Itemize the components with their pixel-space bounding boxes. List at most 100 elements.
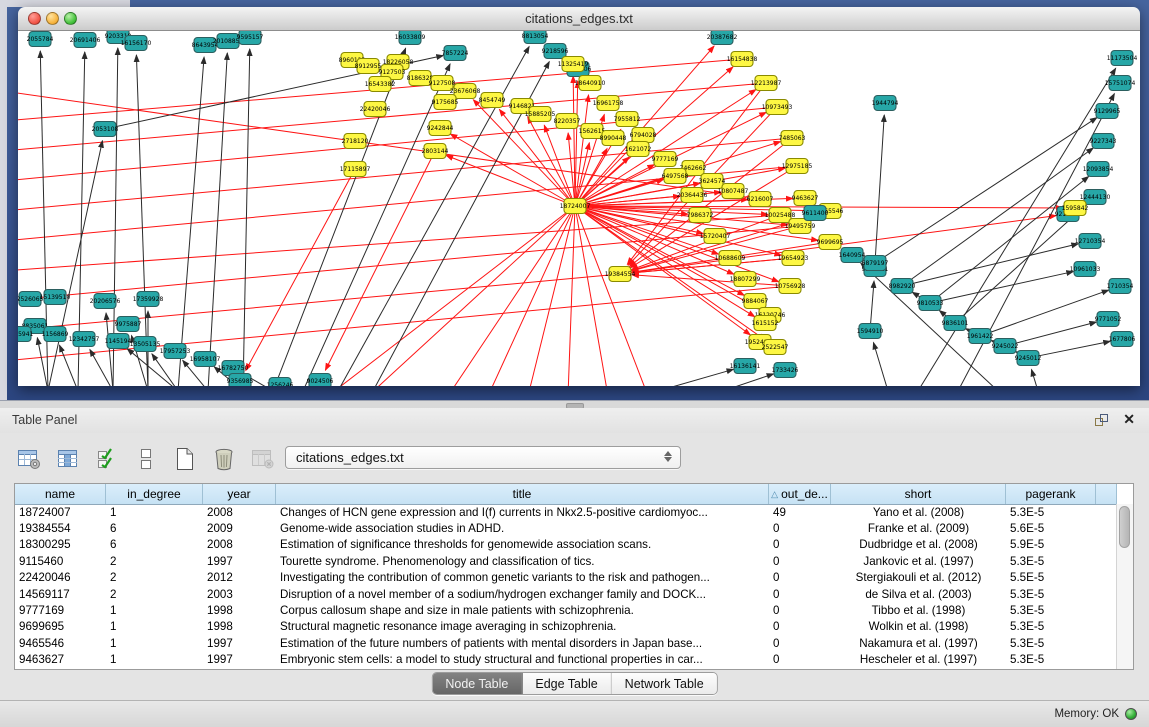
- graph-node[interactable]: 15751074: [1105, 76, 1136, 91]
- network-select-dropdown[interactable]: citations_edges.txt: [285, 446, 681, 469]
- graph-node[interactable]: 8454749: [479, 93, 506, 108]
- graph-node[interactable]: 16958107: [190, 352, 221, 367]
- graph-node[interactable]: 9884067: [742, 294, 769, 309]
- table-row[interactable]: 977716911998Corpus callosum shape and si…: [15, 602, 1117, 618]
- graph-node[interactable]: 8982920: [889, 279, 916, 294]
- graph-node[interactable]: 20691406: [70, 33, 101, 48]
- graph-edge[interactable]: [577, 212, 648, 386]
- graph-node[interactable]: 2522547: [762, 340, 789, 355]
- table-row[interactable]: 946362711997Embryonic stem cells: a mode…: [15, 652, 1117, 668]
- table-settings-icon[interactable]: [16, 446, 42, 472]
- graph-node[interactable]: 16136141: [730, 359, 761, 374]
- graph-edge[interactable]: [1034, 341, 1110, 356]
- graph-node[interactable]: 10807487: [718, 184, 749, 199]
- paired-cells-icon[interactable]: [133, 446, 159, 472]
- graph-edge[interactable]: [246, 174, 352, 370]
- graph-edge[interactable]: [870, 281, 874, 325]
- graph-edge[interactable]: [59, 345, 78, 386]
- graph-node[interactable]: 15885205: [525, 107, 556, 122]
- graph-node[interactable]: 1677806: [1109, 332, 1136, 347]
- graph-node[interactable]: 11325419: [558, 57, 589, 72]
- close-panel-icon[interactable]: ✕: [1123, 411, 1135, 428]
- graph-node[interactable]: 18807299: [730, 272, 761, 287]
- graph-edge[interactable]: [1011, 322, 1097, 344]
- tab-network-table[interactable]: Network Table: [612, 673, 717, 694]
- graph-node[interactable]: 17115897: [340, 162, 371, 177]
- scrollbar-thumb[interactable]: [1119, 506, 1130, 548]
- graph-edge[interactable]: [368, 210, 571, 386]
- table-row[interactable]: 1872400712008Changes of HCN gene express…: [15, 504, 1117, 520]
- graph-edge[interactable]: [908, 244, 1078, 285]
- graph-node[interactable]: 8813054: [522, 31, 549, 44]
- citation-graph[interactable]: 1872400720557842069140692033181615617086…: [18, 31, 1140, 386]
- column-header-year[interactable]: year: [203, 484, 276, 504]
- graph-node[interactable]: 22420046: [360, 102, 391, 117]
- graph-node[interactable]: 9242844: [427, 121, 454, 136]
- graph-edge[interactable]: [936, 272, 1073, 302]
- graph-node[interactable]: 15139510: [40, 290, 71, 305]
- graph-node[interactable]: 18640910: [575, 76, 606, 91]
- graph-node[interactable]: 17957253: [160, 344, 191, 359]
- graph-edge[interactable]: [488, 211, 573, 386]
- graph-node[interactable]: 9699695: [817, 235, 844, 250]
- graph-node[interactable]: 9836101: [942, 316, 969, 331]
- graph-node[interactable]: 10973493: [762, 100, 793, 115]
- column-chooser-icon[interactable]: [55, 446, 81, 472]
- graph-node[interactable]: 9975887: [115, 317, 142, 332]
- graph-node[interactable]: 16543382: [365, 77, 396, 92]
- graph-node[interactable]: 9245012: [1015, 351, 1042, 366]
- graph-node[interactable]: 13505135: [130, 337, 161, 352]
- graph-node[interactable]: 10688609: [715, 251, 746, 266]
- select-rows-icon[interactable]: [94, 446, 120, 472]
- column-header-pagerank[interactable]: pagerank: [1006, 484, 1096, 504]
- graph-node[interactable]: 6879197: [862, 256, 889, 271]
- graph-node[interactable]: 12710354: [1075, 234, 1106, 249]
- network-graph-canvas[interactable]: 1872400720557842069140692033181615617086…: [18, 31, 1140, 386]
- graph-node[interactable]: 9771052: [1095, 312, 1122, 327]
- graph-edge[interactable]: [873, 342, 888, 386]
- graph-node[interactable]: 1710354: [1107, 279, 1134, 294]
- graph-node[interactable]: 1145194: [105, 334, 132, 349]
- graph-node[interactable]: 9777169: [652, 152, 679, 167]
- graph-node[interactable]: 7857224: [442, 46, 469, 61]
- graph-node[interactable]: 2055784: [27, 32, 54, 47]
- graph-edge[interactable]: [325, 156, 432, 370]
- tab-node-table[interactable]: Node Table: [432, 673, 522, 694]
- graph-node[interactable]: 9129965: [1094, 104, 1121, 119]
- trash-icon[interactable]: [211, 446, 237, 472]
- graph-edge[interactable]: [568, 212, 575, 386]
- table-row[interactable]: 911546021997Tourette syndrome. Phenomeno…: [15, 553, 1117, 569]
- graph-node[interactable]: 19654923: [778, 251, 809, 266]
- graph-node[interactable]: 1256246: [267, 378, 294, 387]
- graph-node[interactable]: 1615152: [752, 316, 779, 331]
- graph-edge[interactable]: [106, 313, 113, 386]
- table-row[interactable]: 969969511998Structural magnetic resonanc…: [15, 619, 1117, 635]
- graph-node[interactable]: 9227343: [1090, 134, 1117, 149]
- graph-node[interactable]: 8990448: [600, 131, 627, 146]
- network-window-titlebar[interactable]: citations_edges.txt: [18, 7, 1140, 31]
- table-row[interactable]: 1456911722003Disruption of a novel membe…: [15, 586, 1117, 602]
- graph-edge[interactable]: [959, 205, 1086, 319]
- graph-node[interactable]: 10756928: [775, 279, 806, 294]
- graph-node[interactable]: 17359928: [133, 292, 164, 307]
- graph-node[interactable]: 8912955: [355, 59, 382, 74]
- table-row[interactable]: 1830029562008Estimation of significance …: [15, 537, 1117, 553]
- column-header-in_degree[interactable]: in_degree: [106, 484, 203, 504]
- graph-node[interactable]: 7955812: [614, 112, 641, 127]
- graph-edge[interactable]: [37, 338, 48, 386]
- vertical-scrollbar[interactable]: [1116, 504, 1133, 669]
- graph-edge[interactable]: [708, 374, 774, 386]
- graph-node[interactable]: 2803144: [422, 144, 449, 159]
- graph-node[interactable]: 6216007: [747, 192, 774, 207]
- graph-node[interactable]: 2053108: [92, 122, 119, 137]
- graph-node[interactable]: 20206576: [90, 294, 121, 309]
- graph-edge[interactable]: [576, 212, 608, 386]
- graph-node[interactable]: 18724007: [560, 199, 591, 214]
- graph-node[interactable]: 1594910: [857, 324, 884, 339]
- graph-edge[interactable]: [658, 369, 733, 386]
- graph-node[interactable]: 9611400: [802, 206, 829, 221]
- graph-node[interactable]: 20387682: [707, 31, 738, 45]
- graph-edge[interactable]: [573, 76, 575, 200]
- graph-edge[interactable]: [575, 81, 578, 200]
- graph-edge[interactable]: [1031, 369, 1038, 386]
